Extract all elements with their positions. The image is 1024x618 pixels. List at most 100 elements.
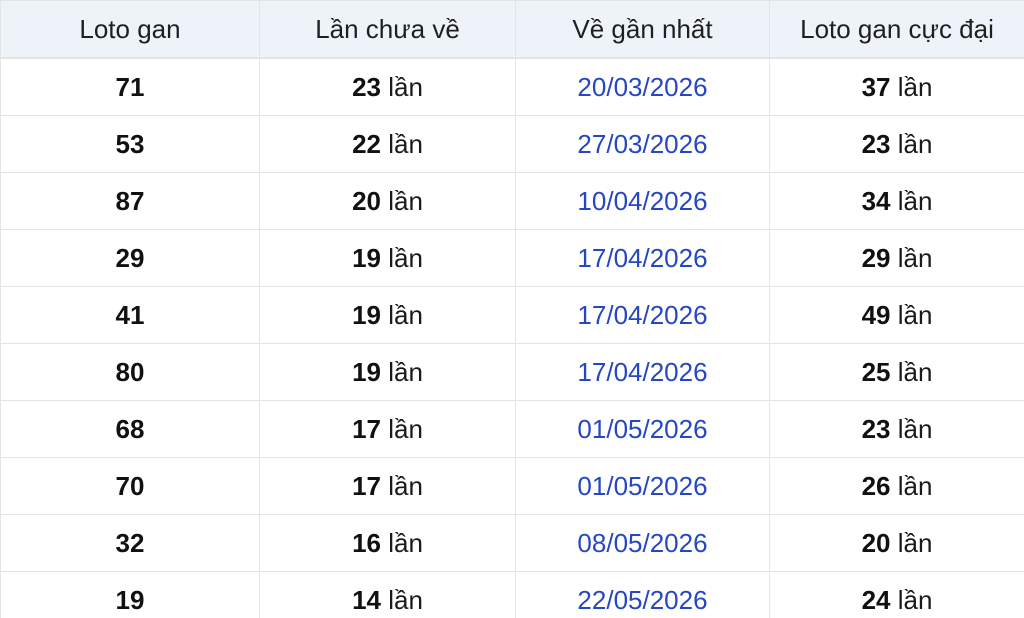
missing-count: 23 xyxy=(352,71,381,102)
missing-count-cell: 23 lần xyxy=(259,57,516,116)
missing-count-unit: lần xyxy=(388,356,423,387)
missing-count-cell: 19 lần xyxy=(259,343,516,401)
last-seen-cell: 01/05/2026 xyxy=(515,457,770,515)
missing-count-cell: 16 lần xyxy=(259,514,516,572)
loto-number: 70 xyxy=(115,470,145,501)
max-gap-count: 26 xyxy=(861,470,891,501)
table-row: 32 16 lần 08/05/2026 20 lần xyxy=(0,514,1024,572)
missing-count-cell: 14 lần xyxy=(259,571,516,618)
missing-count-cell: 22 lần xyxy=(259,115,516,173)
missing-count-unit: lần xyxy=(388,413,423,444)
loto-number: 41 xyxy=(115,299,145,330)
loto-number-cell: 32 xyxy=(0,514,260,572)
header-row: Loto gan Lần chưa về Về gần nhất Loto ga… xyxy=(0,0,1024,59)
missing-count-unit: lần xyxy=(388,128,423,159)
max-gap-cell: 49 lần xyxy=(769,286,1024,344)
missing-count: 17 xyxy=(352,470,381,501)
missing-count-cell: 17 lần xyxy=(259,400,516,458)
max-gap-unit: lần xyxy=(897,356,933,387)
table-row: 87 20 lần 10/04/2026 34 lần xyxy=(0,172,1024,230)
loto-gan-table: Loto gan Lần chưa về Về gần nhất Loto ga… xyxy=(0,0,1024,618)
loto-number-cell: 41 xyxy=(0,286,260,344)
loto-number-cell: 68 xyxy=(0,400,260,458)
loto-number: 71 xyxy=(115,71,145,102)
loto-number: 87 xyxy=(115,185,145,216)
missing-count-unit: lần xyxy=(388,71,423,102)
missing-count-cell: 17 lần xyxy=(259,457,516,515)
max-gap-count: 29 xyxy=(861,242,891,273)
max-gap-count: 34 xyxy=(861,185,891,216)
missing-count: 17 xyxy=(352,413,381,444)
missing-count: 19 xyxy=(352,356,381,387)
loto-number-cell: 87 xyxy=(0,172,260,230)
max-gap-count: 49 xyxy=(861,299,891,330)
loto-number: 53 xyxy=(115,128,145,159)
max-gap-cell: 25 lần xyxy=(769,343,1024,401)
missing-count: 22 xyxy=(352,128,381,159)
missing-count-unit: lần xyxy=(388,299,423,330)
missing-count-cell: 20 lần xyxy=(259,172,516,230)
max-gap-unit: lần xyxy=(897,470,933,501)
last-seen-date-link[interactable]: 01/05/2026 xyxy=(577,414,707,444)
max-gap-count: 25 xyxy=(861,356,891,387)
last-seen-cell: 10/04/2026 xyxy=(515,172,770,230)
max-gap-cell: 29 lần xyxy=(769,229,1024,287)
last-seen-cell: 17/04/2026 xyxy=(515,343,770,401)
last-seen-date-link[interactable]: 17/04/2026 xyxy=(577,300,707,330)
missing-count: 16 xyxy=(352,527,381,558)
loto-number-cell: 53 xyxy=(0,115,260,173)
max-gap-unit: lần xyxy=(897,299,933,330)
last-seen-date-link[interactable]: 08/05/2026 xyxy=(577,528,707,558)
max-gap-unit: lần xyxy=(897,527,933,558)
table-header: Loto gan Lần chưa về Về gần nhất Loto ga… xyxy=(0,0,1024,59)
table-row: 71 23 lần 20/03/2026 37 lần xyxy=(0,57,1024,116)
loto-number: 29 xyxy=(115,242,145,273)
max-gap-count: 20 xyxy=(861,527,891,558)
missing-count-unit: lần xyxy=(388,242,423,273)
last-seen-cell: 17/04/2026 xyxy=(515,229,770,287)
last-seen-cell: 22/05/2026 xyxy=(515,571,770,618)
missing-count-unit: lần xyxy=(388,185,423,216)
max-gap-count: 24 xyxy=(861,584,891,615)
max-gap-unit: lần xyxy=(897,185,933,216)
loto-number: 68 xyxy=(115,413,145,444)
max-gap-unit: lần xyxy=(897,71,933,102)
missing-count: 20 xyxy=(352,185,381,216)
loto-number-cell: 19 xyxy=(0,571,260,618)
last-seen-cell: 17/04/2026 xyxy=(515,286,770,344)
last-seen-date-link[interactable]: 10/04/2026 xyxy=(577,186,707,216)
missing-count: 19 xyxy=(352,299,381,330)
last-seen-date-link[interactable]: 27/03/2026 xyxy=(577,129,707,159)
last-seen-date-link[interactable]: 01/05/2026 xyxy=(577,471,707,501)
missing-count-unit: lần xyxy=(388,527,423,558)
loto-number: 32 xyxy=(115,527,145,558)
loto-number: 80 xyxy=(115,356,145,387)
last-seen-date-link[interactable]: 17/04/2026 xyxy=(577,357,707,387)
last-seen-date-link[interactable]: 20/03/2026 xyxy=(577,72,707,102)
last-seen-date-link[interactable]: 22/05/2026 xyxy=(577,585,707,615)
table-row: 70 17 lần 01/05/2026 26 lần xyxy=(0,457,1024,515)
max-gap-count: 23 xyxy=(861,128,891,159)
header-loto-gan-cuc-dai: Loto gan cực đại xyxy=(769,0,1024,59)
last-seen-date-link[interactable]: 17/04/2026 xyxy=(577,243,707,273)
loto-number: 19 xyxy=(115,584,145,615)
table-body: 71 23 lần 20/03/2026 37 lần 53 22 lần 27… xyxy=(0,57,1024,618)
max-gap-unit: lần xyxy=(897,128,933,159)
max-gap-cell: 24 lần xyxy=(769,571,1024,618)
max-gap-cell: 26 lần xyxy=(769,457,1024,515)
loto-number-cell: 71 xyxy=(0,57,260,116)
last-seen-cell: 01/05/2026 xyxy=(515,400,770,458)
max-gap-cell: 34 lần xyxy=(769,172,1024,230)
header-lan-chua-ve: Lần chưa về xyxy=(259,0,516,59)
max-gap-unit: lần xyxy=(897,584,933,615)
loto-number-cell: 80 xyxy=(0,343,260,401)
last-seen-cell: 20/03/2026 xyxy=(515,57,770,116)
missing-count-cell: 19 lần xyxy=(259,286,516,344)
last-seen-cell: 08/05/2026 xyxy=(515,514,770,572)
max-gap-count: 37 xyxy=(861,71,891,102)
table-row: 41 19 lần 17/04/2026 49 lần xyxy=(0,286,1024,344)
max-gap-cell: 20 lần xyxy=(769,514,1024,572)
missing-count: 14 xyxy=(352,584,381,615)
max-gap-count: 23 xyxy=(861,413,891,444)
table-row: 68 17 lần 01/05/2026 23 lần xyxy=(0,400,1024,458)
